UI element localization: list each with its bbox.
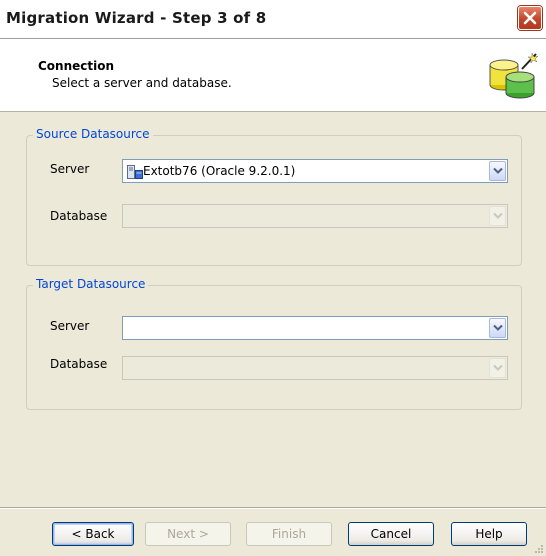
close-button[interactable] — [518, 6, 542, 30]
next-button[interactable]: Next > — [145, 522, 231, 546]
source-server-label: Server — [50, 162, 90, 176]
cancel-button[interactable]: Cancel — [348, 522, 434, 546]
source-server-select[interactable]: Extotb76 (Oracle 9.2.0.1) — [122, 159, 508, 183]
wizard-header: Connection Select a server and database. — [0, 39, 546, 112]
server-icon — [127, 165, 143, 179]
chevron-down-icon — [493, 167, 503, 174]
resize-grip-icon[interactable] — [534, 544, 544, 554]
source-server-value: Extotb76 (Oracle 9.2.0.1) — [143, 164, 296, 178]
target-database-dropdown-button[interactable] — [489, 358, 506, 378]
target-database-label: Database — [50, 357, 108, 371]
target-server-label: Server — [50, 319, 90, 333]
finish-button[interactable]: Finish — [246, 522, 332, 546]
help-button[interactable]: Help — [451, 522, 527, 546]
source-datasource-group: Source Datasource — [26, 127, 522, 266]
step-title: Connection — [38, 59, 115, 73]
target-database-select[interactable] — [122, 356, 508, 380]
migration-wizard-dialog: Migration Wizard - Step 3 of 8 Connectio… — [0, 0, 546, 556]
source-database-dropdown-button[interactable] — [489, 206, 506, 226]
title-bar[interactable]: Migration Wizard - Step 3 of 8 — [0, 0, 546, 39]
close-icon — [523, 11, 537, 25]
footer-separator — [0, 507, 546, 509]
chevron-down-icon — [493, 212, 503, 219]
window-title: Migration Wizard - Step 3 of 8 — [6, 9, 267, 27]
database-wizard-icon — [489, 52, 539, 99]
target-datasource-legend: Target Datasource — [33, 277, 149, 291]
step-subtitle: Select a server and database. — [52, 76, 232, 90]
target-server-select[interactable] — [122, 316, 508, 340]
source-datasource-legend: Source Datasource — [33, 127, 153, 141]
back-button[interactable]: < Back — [52, 522, 134, 546]
source-database-select[interactable] — [122, 204, 508, 228]
target-server-dropdown-button[interactable] — [489, 318, 506, 338]
target-datasource-group: Target Datasource — [26, 277, 522, 410]
chevron-down-icon — [493, 364, 503, 371]
source-server-dropdown-button[interactable] — [489, 161, 506, 181]
source-database-label: Database — [50, 209, 108, 223]
chevron-down-icon — [493, 324, 503, 331]
